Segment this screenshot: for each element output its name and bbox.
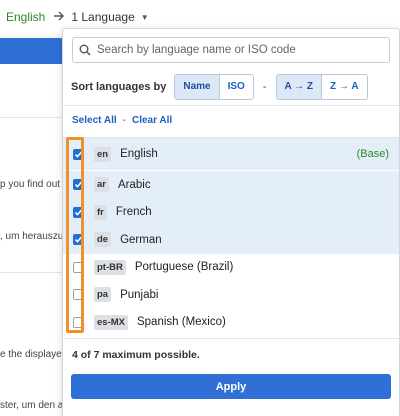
arrow-right-icon — [53, 10, 65, 24]
checkbox-checked[interactable] — [73, 234, 84, 246]
clear-all-link[interactable]: Clear All — [132, 115, 172, 126]
sort-controls: Sort languages by Name ISO - A → Z Z → A — [71, 74, 368, 100]
target-language-dropdown[interactable]: 1 Language — [71, 10, 134, 24]
language-name: Arabic — [117, 178, 151, 191]
language-list: en English (Base) ar Arabic fr French de… — [63, 138, 399, 336]
source-language-label: English — [6, 10, 46, 24]
language-name: German — [120, 233, 162, 246]
background-text: ster, um den a — [0, 400, 64, 411]
language-code-badge: ar — [94, 177, 109, 193]
sort-ascending-button[interactable]: A → Z — [276, 75, 322, 99]
check-icon — [74, 209, 83, 216]
select-all-link[interactable]: Select All — [72, 115, 117, 126]
base-language-tag: (Base) — [356, 148, 389, 160]
language-code-badge: fr — [94, 204, 107, 220]
selection-separator: - — [122, 115, 126, 126]
apply-button[interactable]: Apply — [71, 374, 391, 399]
sort-by-iso-button[interactable]: ISO — [218, 75, 253, 99]
sort-separator: - — [262, 81, 267, 93]
language-row-de[interactable]: de German — [63, 226, 399, 254]
language-search — [72, 37, 390, 63]
language-name: English — [120, 148, 158, 160]
checkbox-unchecked[interactable] — [73, 316, 84, 328]
language-row-en[interactable]: en English (Base) — [63, 138, 399, 170]
sort-descending-button[interactable]: Z → A — [321, 75, 367, 99]
language-row-es-mx[interactable]: es-MX Spanish (Mexico) — [63, 309, 399, 337]
chevron-down-icon[interactable]: ▼ — [141, 13, 149, 22]
checkbox-checked[interactable] — [73, 148, 84, 160]
language-name: Portuguese (Brazil) — [134, 261, 234, 274]
language-code-badge: pa — [94, 287, 112, 303]
background-text: , um herauszu — [0, 231, 64, 242]
sort-order-toggle: A → Z Z → A — [275, 74, 368, 100]
check-icon — [74, 150, 83, 158]
language-row-pt-br[interactable]: pt-BR Portuguese (Brazil) — [63, 254, 399, 282]
check-icon — [74, 236, 83, 244]
language-code-badge: de — [94, 232, 112, 248]
language-picker-dropdown: Sort languages by Name ISO - A → Z Z → A… — [62, 28, 400, 416]
checkbox-checked[interactable] — [73, 206, 84, 218]
search-icon — [73, 44, 97, 56]
language-code-badge: es-MX — [94, 314, 128, 330]
sort-key-toggle: Name ISO — [174, 74, 254, 100]
checkbox-checked[interactable] — [73, 179, 84, 191]
bulk-selection: Select All - Clear All — [72, 115, 172, 126]
language-row-fr[interactable]: fr French — [63, 198, 399, 226]
search-input[interactable] — [97, 44, 382, 56]
language-name: Punjabi — [120, 288, 159, 301]
sort-by-name-button[interactable]: Name — [175, 75, 219, 99]
checkbox-unchecked[interactable] — [73, 289, 84, 301]
selection-count: 4 of 7 maximum possible. — [72, 349, 200, 361]
checkbox-unchecked[interactable] — [73, 261, 84, 273]
language-row-ar[interactable]: ar Arabic — [63, 171, 399, 199]
language-name: Spanish (Mexico) — [136, 316, 226, 329]
check-icon — [74, 181, 83, 189]
language-code-badge: en — [94, 146, 112, 162]
background-text: p you find out — [0, 179, 61, 190]
divider — [63, 338, 399, 339]
language-code-badge: pt-BR — [94, 259, 126, 275]
language-name: French — [115, 206, 152, 219]
sort-label: Sort languages by — [71, 81, 167, 93]
language-row-pa[interactable]: pa Punjabi — [63, 281, 399, 309]
divider — [63, 105, 399, 106]
background-text: e the displayed — [0, 349, 68, 360]
